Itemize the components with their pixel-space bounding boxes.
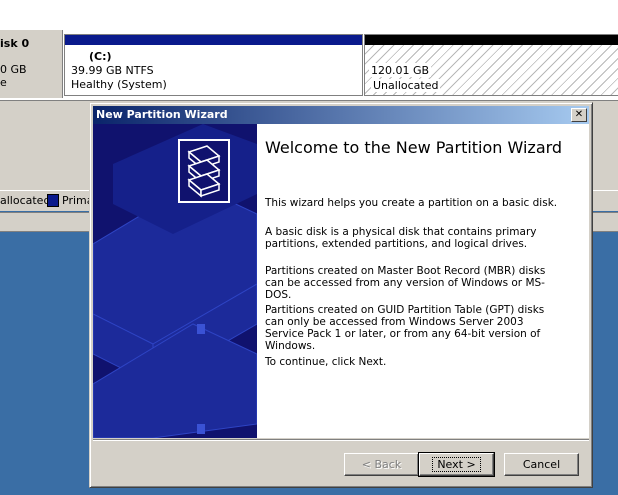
primary-partition-bar bbox=[65, 35, 362, 45]
disk-label[interactable]: isk 0 0 GB e bbox=[0, 30, 63, 98]
new-partition-wizard-dialog: New Partition Wizard ✕ Welcome to the Ne… bbox=[89, 102, 593, 488]
top-strip bbox=[0, 0, 618, 30]
unallocated-status: Unallocated bbox=[371, 79, 441, 92]
partition-c[interactable]: (C:) 39.99 GB NTFS Healthy (System) bbox=[64, 34, 363, 96]
dialog-titlebar[interactable]: New Partition Wizard ✕ bbox=[93, 106, 589, 124]
disk-state: e bbox=[0, 76, 7, 89]
disk-stack-illustration bbox=[93, 124, 257, 438]
legend-primary-swatch bbox=[47, 194, 59, 207]
disk-size: 0 GB bbox=[0, 63, 27, 76]
disk-icon bbox=[178, 139, 230, 203]
wizard-heading: Welcome to the New Partition Wizard bbox=[265, 138, 563, 157]
gpt-text: Partitions created on GUID Partition Tab… bbox=[265, 304, 545, 352]
partition-c-name: (C:) bbox=[89, 50, 112, 63]
legend-unallocated: allocated bbox=[0, 194, 51, 207]
close-icon[interactable]: ✕ bbox=[571, 108, 587, 122]
back-button[interactable]: < Back bbox=[344, 453, 419, 476]
disk-name: isk 0 bbox=[0, 37, 30, 50]
wizard-side-panel bbox=[93, 124, 257, 438]
partition-c-size: 39.99 GB NTFS bbox=[71, 64, 154, 77]
unallocated-space[interactable]: 120.01 GB Unallocated bbox=[364, 34, 618, 96]
unallocated-size: 120.01 GB bbox=[369, 63, 432, 77]
continue-text: To continue, click Next. bbox=[265, 356, 387, 368]
dialog-title: New Partition Wizard bbox=[96, 108, 228, 121]
intro-text: This wizard helps you create a partition… bbox=[265, 197, 558, 209]
button-separator bbox=[93, 439, 589, 441]
unallocated-bar bbox=[365, 35, 618, 45]
cancel-button[interactable]: Cancel bbox=[504, 453, 579, 476]
mbr-text: Partitions created on Master Boot Record… bbox=[265, 265, 546, 301]
partition-c-status: Healthy (System) bbox=[71, 78, 167, 91]
next-button[interactable]: Next > bbox=[418, 452, 495, 477]
next-button-label: Next > bbox=[432, 457, 481, 472]
wizard-content: Welcome to the New Partition Wizard This… bbox=[257, 124, 589, 438]
basic-disk-text: A basic disk is a physical disk that con… bbox=[265, 226, 537, 250]
